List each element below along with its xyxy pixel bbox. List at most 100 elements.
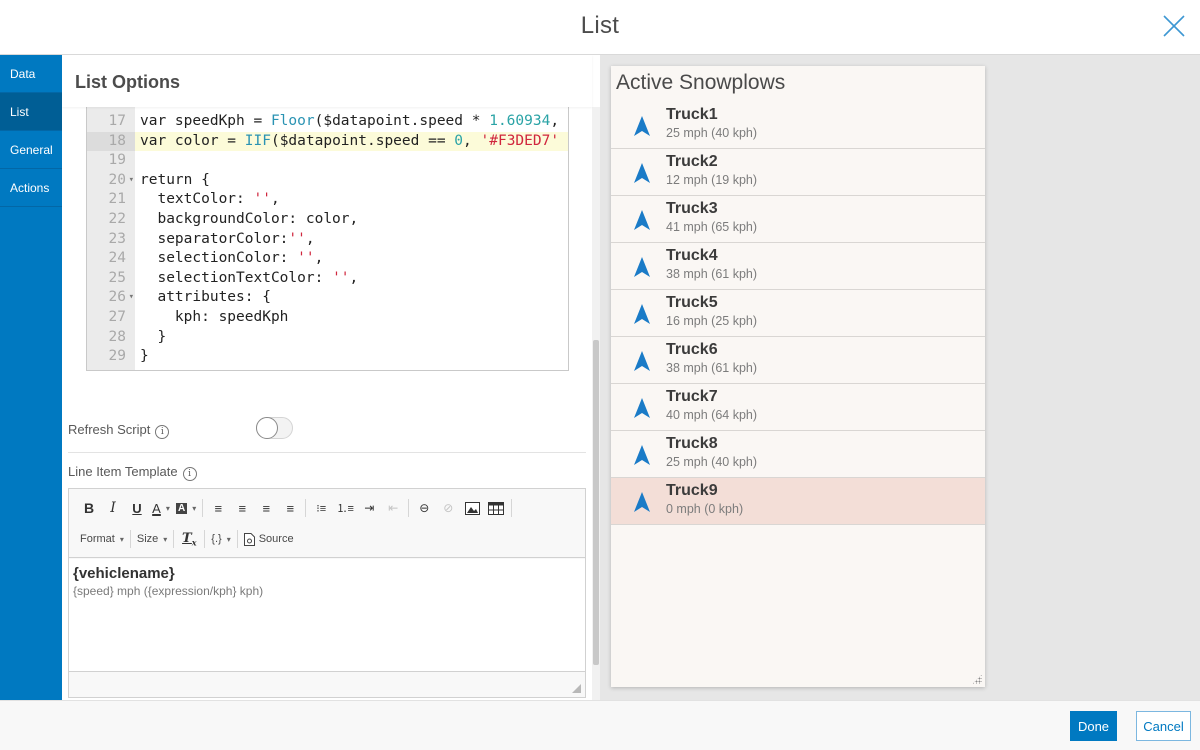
remove-format-button[interactable]: Tx bbox=[177, 527, 201, 551]
dialog-header: List bbox=[0, 0, 1200, 55]
sidebar-nav: Data List General Actions bbox=[0, 55, 62, 700]
background-color-button[interactable]: A ▾ bbox=[173, 496, 199, 520]
remove-format-icon: Tx bbox=[182, 530, 197, 548]
line-number: 21 bbox=[108, 191, 126, 208]
code-text: selectionColor: '', bbox=[140, 250, 324, 267]
fold-toggle-icon[interactable]: ▾ bbox=[129, 288, 134, 308]
code-line: 27 kph: speedKph bbox=[87, 308, 568, 328]
underline-button[interactable]: U bbox=[125, 496, 149, 520]
list-preview-card: Active Snowplows Truck1 25 mph (40 kph) Tr… bbox=[611, 66, 985, 687]
resize-handle-icon[interactable] bbox=[972, 674, 982, 684]
refresh-script-label: Refresh Script i bbox=[68, 422, 170, 439]
line-number: 19 bbox=[108, 152, 126, 169]
code-line: 18 var color = IIF($datapoint.speed == 0,… bbox=[87, 131, 568, 152]
resize-handle-icon[interactable] bbox=[572, 684, 581, 693]
align-center-button[interactable]: ≡ bbox=[230, 496, 254, 520]
vehicle-speed: 0 mph (0 kph) bbox=[666, 502, 744, 516]
fold-toggle-icon[interactable]: ▾ bbox=[129, 171, 134, 191]
justify-button[interactable]: ≡ bbox=[278, 496, 302, 520]
code-text: attributes: { bbox=[140, 289, 271, 306]
code-line: 28 } bbox=[87, 328, 568, 348]
line-item-template-label: Line Item Template i bbox=[68, 464, 197, 481]
code-line: 29} bbox=[87, 347, 568, 367]
text-color-button[interactable]: A ▾ bbox=[149, 496, 173, 520]
code-line: 22 backgroundColor: color, bbox=[87, 210, 568, 230]
navigation-arrow-icon bbox=[634, 492, 650, 512]
info-icon[interactable]: i bbox=[155, 425, 170, 439]
code-line: 23 separatorColor:'', bbox=[87, 230, 568, 250]
insert-variable-dropdown[interactable]: {.} ▾ bbox=[208, 527, 233, 551]
code-line: 26 ▾ attributes: { bbox=[87, 288, 568, 308]
bold-button[interactable]: B bbox=[77, 496, 101, 520]
align-right-button[interactable]: ≡ bbox=[254, 496, 278, 520]
italic-button[interactable]: I bbox=[101, 496, 125, 520]
justify-icon: ≡ bbox=[286, 500, 295, 516]
info-icon[interactable]: i bbox=[182, 467, 197, 481]
list-item[interactable]: Truck8 25 mph (40 kph) bbox=[611, 431, 985, 478]
vehicle-speed: 38 mph (61 kph) bbox=[666, 361, 758, 375]
bulleted-list-button[interactable]: ⁝≡ bbox=[309, 496, 333, 520]
line-number: 25 bbox=[108, 269, 126, 286]
list-item[interactable]: Truck5 16 mph (25 kph) bbox=[611, 290, 985, 337]
bold-icon: B bbox=[83, 500, 95, 516]
list-item[interactable]: Truck6 38 mph (61 kph) bbox=[611, 337, 985, 384]
unlink-button[interactable]: ⊘ bbox=[436, 496, 460, 520]
list-item[interactable]: Truck1 25 mph (40 kph) bbox=[611, 102, 985, 149]
dialog-footer: Done Cancel bbox=[0, 700, 1200, 750]
format-dropdown[interactable]: Format ▾ bbox=[77, 527, 127, 551]
vehicle-name: Truck9 bbox=[666, 482, 718, 499]
list-item[interactable]: Truck4 38 mph (61 kph) bbox=[611, 243, 985, 290]
line-number: 23 bbox=[108, 230, 126, 247]
code-text: var speedKph = Floor($datapoint.speed * … bbox=[140, 113, 560, 129]
vehicle-speed: 38 mph (61 kph) bbox=[666, 267, 758, 281]
underline-icon: U bbox=[132, 500, 142, 516]
chevron-down-icon: ▾ bbox=[163, 534, 168, 544]
table-button[interactable] bbox=[484, 496, 508, 520]
close-button[interactable] bbox=[1160, 12, 1188, 40]
code-line: 20 ▾ return { bbox=[87, 171, 568, 191]
vehicle-name: Truck1 bbox=[666, 106, 718, 123]
chevron-down-icon: ▾ bbox=[165, 503, 170, 513]
settings-scrollbar-thumb[interactable] bbox=[593, 340, 599, 665]
code-line: 25 selectionTextColor: '', bbox=[87, 269, 568, 289]
refresh-script-toggle[interactable] bbox=[256, 417, 293, 439]
list-item[interactable]: Truck7 40 mph (64 kph) bbox=[611, 384, 985, 431]
variables-label: {.} bbox=[211, 533, 222, 545]
code-line: 19 bbox=[87, 151, 568, 171]
navigation-arrow-icon bbox=[634, 445, 650, 465]
list-item[interactable]: Truck9 0 mph (0 kph) bbox=[611, 478, 985, 525]
rich-text-editor: B I U A ▾ A ▾ ≡ ≡ ≡ ≡ ⁝≡ ⒈≡ ⇥ ⇤ ⊖ ⊘ Form… bbox=[68, 488, 586, 698]
sidebar-item-list[interactable]: List bbox=[0, 93, 62, 131]
code-editor[interactable]: 1617var speedKph = Floor($datapoint.spee… bbox=[86, 99, 569, 371]
line-number: 18 bbox=[87, 131, 135, 152]
template-content-editor[interactable]: {vehiclename} {speed} mph ({expression/k… bbox=[69, 559, 585, 671]
navigation-arrow-icon bbox=[634, 398, 650, 418]
list-item[interactable]: Truck3 41 mph (65 kph) bbox=[611, 196, 985, 243]
link-button[interactable]: ⊖ bbox=[412, 496, 436, 520]
line-number: 26 ▾ bbox=[87, 288, 135, 308]
sidebar-item-data[interactable]: Data bbox=[0, 55, 62, 93]
vehicle-name: Truck4 bbox=[666, 247, 718, 264]
source-button[interactable]: Source bbox=[241, 527, 297, 551]
vehicle-list: Truck1 25 mph (40 kph) Truck2 12 mph (19 kp… bbox=[611, 102, 985, 525]
size-dropdown[interactable]: Size ▾ bbox=[134, 527, 170, 551]
done-button[interactable]: Done bbox=[1070, 711, 1117, 741]
toolbar-separator bbox=[305, 499, 307, 517]
line-number: 20 ▾ bbox=[87, 171, 135, 191]
outdent-button[interactable]: ⇤ bbox=[381, 496, 405, 520]
text-color-icon: A bbox=[152, 500, 161, 516]
align-left-button[interactable]: ≡ bbox=[206, 496, 230, 520]
sidebar-item-actions[interactable]: Actions bbox=[0, 169, 62, 207]
list-item[interactable]: Truck2 12 mph (19 kph) bbox=[611, 149, 985, 196]
sidebar-item-general[interactable]: General bbox=[0, 131, 62, 169]
cancel-button[interactable]: Cancel bbox=[1136, 711, 1191, 741]
code-text: } bbox=[140, 348, 149, 365]
indent-button[interactable]: ⇥ bbox=[357, 496, 381, 520]
indent-icon: ⇥ bbox=[364, 501, 375, 515]
vehicle-name: Truck2 bbox=[666, 153, 718, 170]
image-button[interactable] bbox=[460, 496, 484, 520]
rte-statusbar bbox=[69, 671, 585, 697]
numbered-list-button[interactable]: ⒈≡ bbox=[333, 496, 357, 520]
code-line: 21 textColor: '', bbox=[87, 190, 568, 210]
list-title: Active Snowplows bbox=[616, 71, 786, 94]
